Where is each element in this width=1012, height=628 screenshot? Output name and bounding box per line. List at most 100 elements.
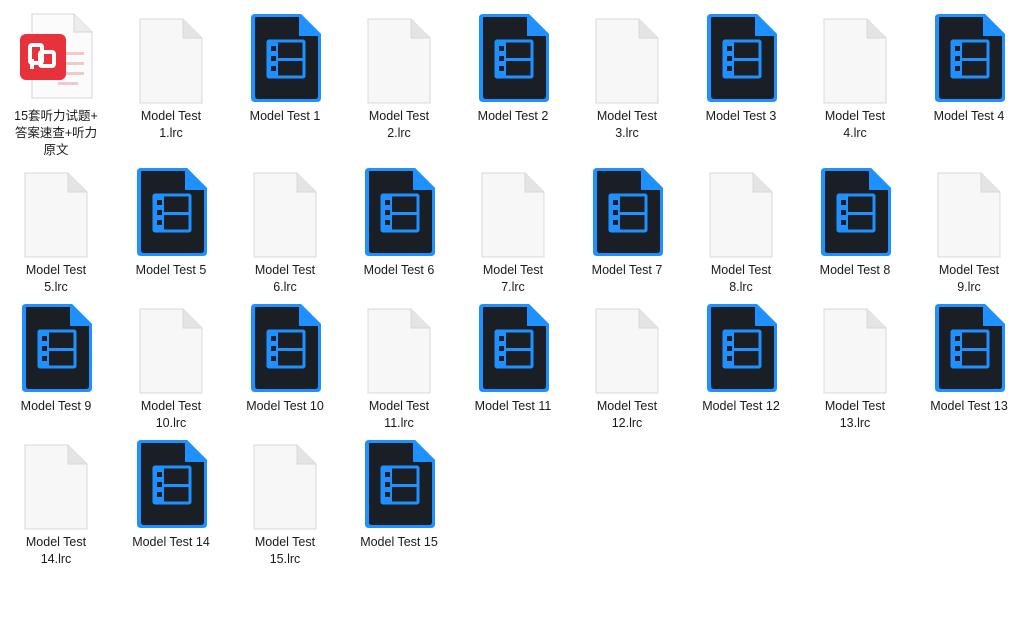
file-name-line: Model Test 8 xyxy=(819,263,891,277)
video-file-icon xyxy=(231,12,339,104)
file-name-line: 2.lrc xyxy=(387,126,411,140)
video-file-icon xyxy=(801,166,909,258)
video-file-item[interactable]: Model Test 10 xyxy=(231,302,339,415)
blank-document-icon xyxy=(915,166,1012,258)
file-name-line: Model Test xyxy=(25,535,87,549)
file-name-line: 14.lrc xyxy=(40,552,72,566)
file-name-label: Model Test 10.lrc xyxy=(119,398,223,432)
file-name-line: Model Test xyxy=(710,263,772,277)
blank-document-icon xyxy=(687,166,795,258)
video-file-icon xyxy=(915,12,1012,104)
file-name-label: Model Test 4.lrc xyxy=(803,108,907,142)
video-file-item[interactable]: Model Test 3 xyxy=(687,12,795,125)
lrc-file-item[interactable]: Model Test 1.lrc xyxy=(117,12,225,142)
video-file-icon xyxy=(345,166,453,258)
video-file-item[interactable]: Model Test 8 xyxy=(801,166,909,279)
file-grid: 15套听力试题+ 答案速查+听力 原文 Model Test 1.lrc Model … xyxy=(0,0,1012,628)
file-name-line: Model Test xyxy=(938,263,1000,277)
blank-document-icon xyxy=(231,438,339,530)
file-name-label: Model Test 1.lrc xyxy=(119,108,223,142)
video-file-item[interactable]: Model Test 5 xyxy=(117,166,225,279)
file-name-line: Model Test xyxy=(368,109,430,123)
file-name-label: Model Test 15 xyxy=(347,534,451,551)
blank-document-icon xyxy=(801,302,909,394)
file-name-label: Model Test 7 xyxy=(575,262,679,279)
video-file-icon xyxy=(687,302,795,394)
video-file-item[interactable]: Model Test 6 xyxy=(345,166,453,279)
video-file-icon xyxy=(117,438,225,530)
lrc-file-item[interactable]: Model Test 3.lrc xyxy=(573,12,681,142)
video-file-icon xyxy=(231,302,339,394)
lrc-file-item[interactable]: Model Test 5.lrc xyxy=(2,166,110,296)
lrc-file-item[interactable]: Model Test 8.lrc xyxy=(687,166,795,296)
file-name-line: Model Test 4 xyxy=(933,109,1005,123)
blank-document-icon xyxy=(117,302,225,394)
file-name-label: Model Test 13.lrc xyxy=(803,398,907,432)
file-name-line: 答案速查+听力 xyxy=(14,126,98,140)
video-file-item[interactable]: Model Test 2 xyxy=(459,12,567,125)
lrc-file-item[interactable]: Model Test 6.lrc xyxy=(231,166,339,296)
file-name-label: Model Test 8 xyxy=(803,262,907,279)
video-file-icon xyxy=(117,166,225,258)
file-name-label: Model Test 8.lrc xyxy=(689,262,793,296)
blank-document-icon xyxy=(2,438,110,530)
file-name-line: Model Test 11 xyxy=(474,399,552,413)
file-name-label: Model Test 10 xyxy=(233,398,337,415)
file-name-label: Model Test 7.lrc xyxy=(461,262,565,296)
file-name-label: Model Test 5.lrc xyxy=(4,262,108,296)
video-file-item[interactable]: Model Test 1 xyxy=(231,12,339,125)
video-file-item[interactable]: Model Test 9 xyxy=(2,302,110,415)
file-name-line: Model Test 2 xyxy=(477,109,549,123)
video-file-item[interactable]: Model Test 15 xyxy=(345,438,453,551)
lrc-file-item[interactable]: Model Test 9.lrc xyxy=(915,166,1012,296)
file-name-line: Model Test xyxy=(140,109,202,123)
pdf-file-item[interactable]: 15套听力试题+ 答案速查+听力 原文 xyxy=(2,12,110,159)
lrc-file-item[interactable]: Model Test 7.lrc xyxy=(459,166,567,296)
file-name-label: Model Test 14 xyxy=(119,534,223,551)
file-name-line: Model Test xyxy=(824,399,886,413)
blank-document-icon xyxy=(573,302,681,394)
file-name-label: Model Test 9.lrc xyxy=(917,262,1012,296)
file-name-line: 15.lrc xyxy=(269,552,301,566)
file-name-label: Model Test 6.lrc xyxy=(233,262,337,296)
file-name-line: 6.lrc xyxy=(273,280,297,294)
file-name-line: Model Test 12 xyxy=(702,399,780,413)
video-file-icon xyxy=(459,302,567,394)
file-name-line: 4.lrc xyxy=(843,126,867,140)
lrc-file-item[interactable]: Model Test 15.lrc xyxy=(231,438,339,568)
file-name-line: Model Test xyxy=(254,263,316,277)
file-name-label: Model Test 3.lrc xyxy=(575,108,679,142)
video-file-item[interactable]: Model Test 13 xyxy=(915,302,1012,415)
file-name-line: 1.lrc xyxy=(159,126,183,140)
blank-document-icon xyxy=(459,166,567,258)
file-name-line: Model Test 15 xyxy=(360,535,438,549)
file-name-line: 8.lrc xyxy=(729,280,753,294)
file-name-line: Model Test 14 xyxy=(132,535,210,549)
file-name-label: Model Test 11.lrc xyxy=(347,398,451,432)
file-name-line: 10.lrc xyxy=(155,416,187,430)
lrc-file-item[interactable]: Model Test 4.lrc xyxy=(801,12,909,142)
lrc-file-item[interactable]: Model Test 10.lrc xyxy=(117,302,225,432)
file-name-label: Model Test 12.lrc xyxy=(575,398,679,432)
file-name-line: 15套听力试题+ xyxy=(14,109,98,123)
file-name-line: Model Test xyxy=(824,109,886,123)
video-file-item[interactable]: Model Test 4 xyxy=(915,12,1012,125)
blank-document-icon xyxy=(2,166,110,258)
lrc-file-item[interactable]: Model Test 13.lrc xyxy=(801,302,909,432)
file-name-label: Model Test 4 xyxy=(917,108,1012,125)
lrc-file-item[interactable]: Model Test 12.lrc xyxy=(573,302,681,432)
file-name-line: Model Test 7 xyxy=(591,263,663,277)
video-file-icon xyxy=(345,438,453,530)
file-name-line: 原文 xyxy=(43,143,69,157)
lrc-file-item[interactable]: Model Test 11.lrc xyxy=(345,302,453,432)
video-file-item[interactable]: Model Test 11 xyxy=(459,302,567,415)
lrc-file-item[interactable]: Model Test 2.lrc xyxy=(345,12,453,142)
blank-document-icon xyxy=(345,12,453,104)
video-file-item[interactable]: Model Test 14 xyxy=(117,438,225,551)
video-file-item[interactable]: Model Test 12 xyxy=(687,302,795,415)
blank-document-icon xyxy=(801,12,909,104)
lrc-file-item[interactable]: Model Test 14.lrc xyxy=(2,438,110,568)
file-name-label: Model Test 3 xyxy=(689,108,793,125)
video-file-item[interactable]: Model Test 7 xyxy=(573,166,681,279)
file-name-label: Model Test 2.lrc xyxy=(347,108,451,142)
